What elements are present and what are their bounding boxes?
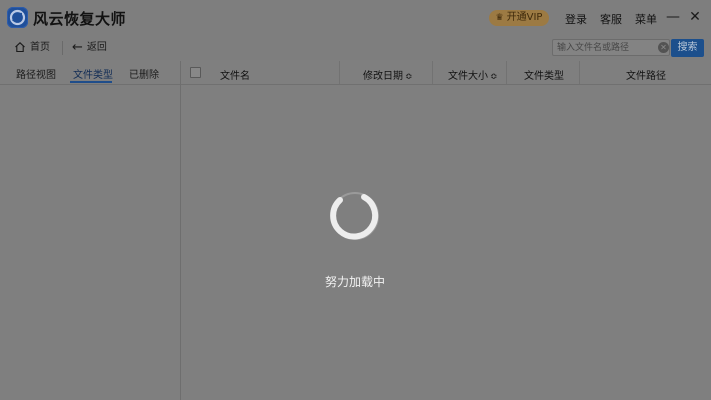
active-tab-indicator: [70, 81, 112, 83]
sort-icon: ≎: [490, 72, 498, 82]
home-label: 首页: [30, 42, 50, 53]
crown-icon: ♛: [495, 13, 504, 23]
loading-spinner-icon: [330, 192, 379, 240]
column-divider: [339, 61, 340, 84]
column-divider: [506, 61, 507, 84]
service-link[interactable]: 客服: [600, 11, 622, 27]
column-modified-date-label: 修改日期: [363, 71, 403, 82]
column-file-size-label: 文件大小: [448, 71, 488, 82]
left-tab-bar: 路径视图 文件类型 已删除: [0, 61, 180, 85]
title-bar: 风云恢复大师 ♛ 开通VIP 登录 客服 菜单 — ✕: [0, 0, 711, 36]
column-file-type[interactable]: 文件类型: [524, 67, 564, 82]
column-modified-date[interactable]: 修改日期 ≎: [363, 67, 413, 82]
loading-text: 努力加载中: [324, 275, 385, 289]
select-all-checkbox[interactable]: [190, 67, 201, 78]
app-title: 风云恢复大师: [33, 10, 127, 28]
tab-file-type[interactable]: 文件类型: [73, 66, 113, 81]
close-button[interactable]: ✕: [687, 8, 703, 26]
column-file-size[interactable]: 文件大小 ≎: [448, 67, 498, 82]
search-button[interactable]: 搜索: [671, 39, 704, 57]
app-window: 风云恢复大师 ♛开通VIP 登录 客服 菜单 — ✕ 首页 ←返回 ✕ 搜索 路…: [0, 0, 711, 400]
sort-icon: ≎: [405, 72, 413, 82]
vip-label: 开通VIP: [506, 12, 543, 23]
column-file-name[interactable]: 文件名: [220, 67, 250, 82]
toolbar-divider: [62, 41, 63, 55]
home-button[interactable]: 首页: [14, 40, 50, 56]
back-label: 返回: [86, 42, 107, 53]
tab-deleted[interactable]: 已删除: [129, 66, 159, 81]
login-link[interactable]: 登录: [565, 11, 587, 27]
minimize-button[interactable]: —: [665, 8, 681, 26]
clear-search-icon[interactable]: ✕: [658, 42, 669, 53]
back-arrow-icon: ←: [72, 40, 83, 55]
app-logo-icon: [7, 7, 28, 28]
vip-button[interactable]: ♛ 开通VIP: [489, 10, 549, 26]
column-divider: [579, 61, 580, 84]
home-icon: [15, 42, 25, 53]
file-list-area: [181, 85, 711, 400]
table-header: 文件名 修改日期 ≎ 文件大小 ≎ 文件类型 文件路径: [181, 61, 711, 85]
left-panel: 路径视图 文件类型 已删除: [0, 61, 181, 400]
menu-link[interactable]: 菜单: [635, 11, 657, 27]
search-input[interactable]: [552, 39, 670, 56]
tab-path-view[interactable]: 路径视图: [16, 66, 56, 81]
column-divider: [432, 61, 433, 84]
column-file-path[interactable]: 文件路径: [626, 67, 666, 82]
back-button[interactable]: ← 返回: [72, 40, 107, 56]
